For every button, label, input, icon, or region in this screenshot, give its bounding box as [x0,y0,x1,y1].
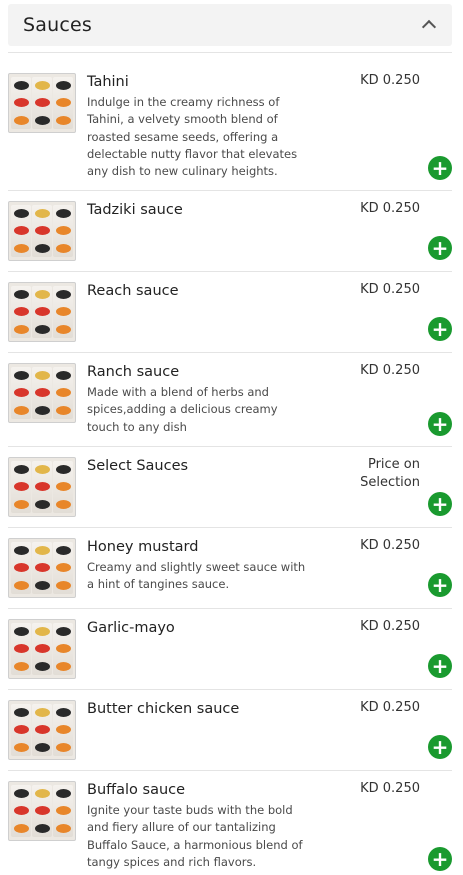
plus-icon: + [431,847,449,871]
item-name: Tadziki sauce [87,202,183,218]
item-name: Tahini [87,74,129,90]
add-button[interactable]: + [428,847,452,871]
item-price: KD 0.250 [360,282,420,297]
product-image [8,73,76,133]
add-button[interactable]: + [428,573,452,597]
price-line-2: Selection [360,475,420,490]
item-description: Ignite your taste buds with the bold and… [87,803,303,869]
product-image [8,363,76,423]
product-image [8,700,76,760]
plus-icon: + [431,317,449,341]
menu-item-ranch-sauce[interactable]: Ranch sauce Made with a blend of herbs a… [8,353,452,447]
menu-item-buffalo-sauce[interactable]: Buffalo sauce Ignite your taste buds wit… [8,771,452,875]
product-image [8,619,76,679]
item-name: Reach sauce [87,283,179,299]
menu-item-reach-sauce[interactable]: Reach sauce KD 0.250 + [8,272,452,353]
price-line-1: Price on [367,457,420,472]
section-title: Sauces [23,14,92,36]
menu-item-tadziki-sauce[interactable]: Tadziki sauce KD 0.250 + [8,191,452,272]
chevron-up-icon[interactable] [421,19,437,35]
product-image [8,538,76,598]
item-price: KD 0.250 [360,700,420,715]
item-name: Honey mustard [87,539,199,555]
plus-icon: + [431,236,449,260]
section-header-sauces[interactable]: Sauces [8,4,452,46]
plus-icon: + [431,654,449,678]
item-price: KD 0.250 [360,619,420,634]
item-name: Butter chicken sauce [87,701,240,717]
item-name: Garlic-mayo [87,620,175,636]
plus-icon: + [431,735,449,759]
add-button[interactable]: + [428,654,452,678]
add-button[interactable]: + [428,412,452,436]
plus-icon: + [431,156,449,180]
item-price: Price on Selection [350,456,420,492]
plus-icon: + [431,573,449,597]
menu-item-honey-mustard[interactable]: Honey mustard Creamy and slightly sweet … [8,528,452,609]
add-button[interactable]: + [428,156,452,180]
item-name: Select Sauces [87,458,189,474]
plus-icon: + [431,412,449,436]
item-price: KD 0.250 [360,538,420,553]
item-description: Made with a blend of herbs and spices,ad… [87,385,278,434]
menu-item-garlic-mayo[interactable]: Garlic-mayo KD 0.250 + [8,609,452,690]
product-image [8,457,76,517]
menu-page: Sauces Tahini Indulge in the creamy rich… [0,0,463,875]
menu-item-butter-chicken-sauce[interactable]: Butter chicken sauce KD 0.250 + [8,690,452,771]
item-price: KD 0.250 [360,201,420,216]
item-description: Indulge in the creamy richness of Tahini… [87,95,298,179]
add-button[interactable]: + [428,492,452,516]
add-button[interactable]: + [428,236,452,260]
product-image [8,201,76,261]
item-name: Buffalo sauce [87,782,186,798]
product-image [8,781,76,841]
item-name: Ranch sauce [87,364,180,380]
menu-item-tahini[interactable]: Tahini Indulge in the creamy richness of… [8,53,452,191]
plus-icon: + [431,492,449,516]
item-price: KD 0.250 [360,363,420,378]
add-button[interactable]: + [428,317,452,341]
item-price: KD 0.250 [360,781,420,796]
menu-item-select-sauces[interactable]: Select Sauces Price on Selection + [8,447,452,528]
product-image [8,282,76,342]
add-button[interactable]: + [428,735,452,759]
item-description: Creamy and slightly sweet sauce with a h… [87,560,306,592]
item-price: KD 0.250 [360,73,420,88]
